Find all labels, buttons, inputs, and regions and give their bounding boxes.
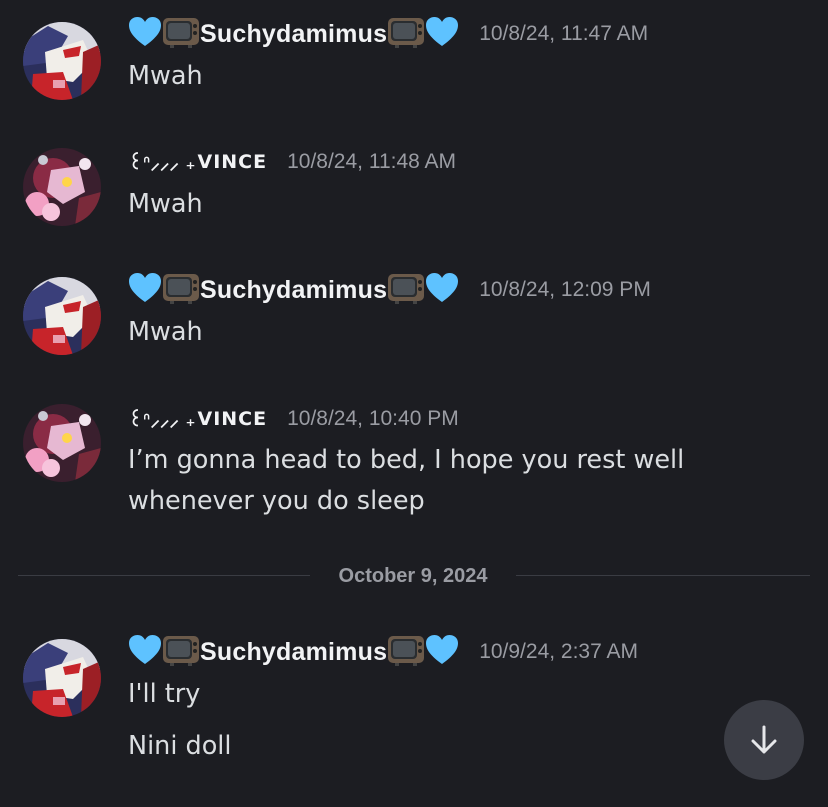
- blue-heart-icon: [425, 272, 459, 308]
- message-header: Suchydamimus 10/8/24, 11:47 AM: [128, 17, 648, 51]
- username[interactable]: Suchydamimus: [200, 638, 387, 667]
- message-header: ꒰ᐢ⸝⸝⸝ ₊ VINCE 10/8/24, 11:48 AM: [128, 145, 456, 179]
- message-header: Suchydamimus 10/8/24, 12:09 PM: [128, 273, 651, 307]
- message-line: whenever you do sleep: [128, 486, 425, 516]
- message-header: Suchydamimus 10/9/24, 2:37 AM: [128, 635, 638, 669]
- blue-heart-icon: [425, 634, 459, 670]
- message-content: Mwah: [128, 312, 203, 353]
- message-line: Mwah: [128, 189, 203, 219]
- timestamp: 10/8/24, 10:40 PM: [287, 407, 459, 430]
- blue-heart-icon: [128, 16, 162, 52]
- suchy-avatar-icon: [23, 277, 101, 355]
- avatar[interactable]: [23, 22, 101, 100]
- arrow-down-icon: [751, 725, 777, 754]
- television-icon: [387, 271, 425, 309]
- message-header: ꒰ᐢ⸝⸝⸝ ₊ VINCE 10/8/24, 10:40 PM: [128, 402, 459, 436]
- message-line: Nini doll: [128, 731, 232, 761]
- television-icon: [162, 633, 200, 671]
- date-divider-label: October 9, 2024: [310, 562, 516, 590]
- television-icon: [387, 15, 425, 53]
- message-line: Mwah: [128, 317, 203, 347]
- avatar[interactable]: [23, 277, 101, 355]
- timestamp: 10/8/24, 12:09 PM: [479, 278, 651, 301]
- avatar[interactable]: [23, 639, 101, 717]
- message-content: Mwah: [128, 56, 203, 97]
- username[interactable]: Suchydamimus: [200, 276, 387, 305]
- username-decoration: ꒰ᐢ⸝⸝⸝ ₊: [128, 409, 196, 431]
- vince-avatar-icon: [23, 404, 101, 482]
- message-line: Mwah: [128, 61, 203, 91]
- message-line: I'll try: [128, 679, 201, 709]
- television-icon: [162, 271, 200, 309]
- message-content: Mwah: [128, 184, 203, 225]
- timestamp: 10/8/24, 11:47 AM: [479, 22, 649, 45]
- suchy-avatar-icon: [23, 639, 101, 717]
- message-content: I’m gonna head to bed, I hope you rest w…: [128, 440, 684, 522]
- username[interactable]: Suchydamimus: [200, 20, 387, 49]
- username[interactable]: VINCE: [197, 151, 267, 173]
- avatar[interactable]: [23, 148, 101, 226]
- timestamp: 10/8/24, 11:48 AM: [287, 150, 456, 173]
- suchy-avatar-icon: [23, 22, 101, 100]
- message-content: I'll try Nini doll: [128, 674, 231, 767]
- blue-heart-icon: [128, 634, 162, 670]
- scroll-to-bottom-button[interactable]: [724, 700, 804, 780]
- username-decoration: ꒰ᐢ⸝⸝⸝ ₊: [128, 152, 196, 174]
- avatar[interactable]: [23, 404, 101, 482]
- message-line: I’m gonna head to bed, I hope you rest w…: [128, 445, 685, 475]
- television-icon: [387, 633, 425, 671]
- username[interactable]: VINCE: [197, 408, 267, 430]
- blue-heart-icon: [128, 272, 162, 308]
- vince-avatar-icon: [23, 148, 101, 226]
- blue-heart-icon: [425, 16, 459, 52]
- television-icon: [162, 15, 200, 53]
- timestamp: 10/9/24, 2:37 AM: [479, 640, 638, 663]
